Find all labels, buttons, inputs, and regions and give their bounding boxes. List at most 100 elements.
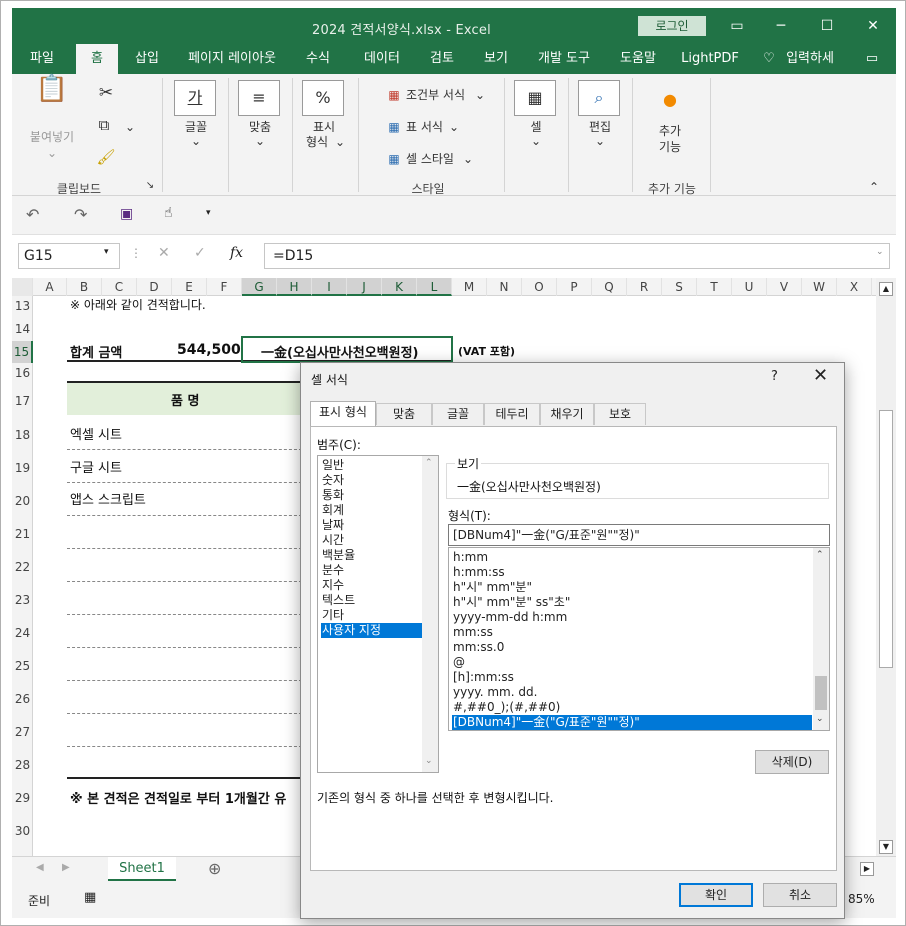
row-header-19[interactable]: 19 (12, 452, 33, 485)
copy-icon[interactable]: ⧉ (92, 118, 116, 133)
row-header-28[interactable]: 28 (12, 749, 33, 782)
expand-formula-icon[interactable]: ⌄ (876, 247, 884, 257)
alignment-button[interactable]: 맞춤 (238, 120, 282, 135)
delete-button[interactable]: 삭제(D) (755, 750, 829, 774)
next-sheet-icon[interactable]: ▶ (62, 862, 70, 873)
row-header-14[interactable]: 14 (12, 317, 33, 341)
tab-help[interactable]: 도움말 (612, 44, 664, 74)
table-format-button[interactable]: 표 서식 (406, 120, 454, 135)
row-header-24[interactable]: 24 (12, 617, 33, 650)
row-header-30[interactable]: 30 (12, 815, 33, 848)
cancel-icon[interactable]: ✕ (158, 245, 170, 261)
column-header-e[interactable]: E (172, 278, 207, 296)
align-chevron-icon[interactable]: ⌄ (254, 134, 266, 149)
column-header-m[interactable]: M (452, 278, 487, 296)
column-header-d[interactable]: D (137, 278, 172, 296)
column-header-r[interactable]: R (627, 278, 662, 296)
category-item[interactable]: 지수 (321, 578, 422, 593)
category-scroll-up-icon[interactable]: ⌃ (425, 458, 433, 468)
number-format-button-line2[interactable]: 형식 (298, 135, 336, 150)
scroll-thumb[interactable] (879, 410, 893, 668)
splitter-icon[interactable]: ⋮ (130, 246, 142, 260)
category-item[interactable]: 숫자 (321, 473, 422, 488)
format-scroll-thumb[interactable] (815, 676, 827, 710)
namebox-chevron-icon[interactable]: ▾ (104, 247, 109, 257)
table-format-icon[interactable]: ▦ (384, 120, 404, 135)
tab-protection[interactable]: 보호 (594, 403, 646, 425)
row-header-17[interactable]: 17 (12, 383, 33, 419)
format-scrollbar[interactable]: ⌃ ⌄ (813, 548, 829, 730)
tab-page-layout[interactable]: 페이지 레이아웃 (180, 44, 284, 74)
row-header-27[interactable]: 27 (12, 716, 33, 749)
tab-number[interactable]: 표시 형식 (310, 401, 376, 427)
format-painter-icon[interactable]: 🖌 (94, 150, 118, 165)
cell-style-icon[interactable]: ▦ (384, 152, 404, 167)
tab-formulas[interactable]: 수식 (296, 44, 340, 74)
close-button[interactable]: ✕ (858, 14, 888, 38)
ribbon-display-icon[interactable]: ▭ (722, 14, 752, 38)
cells-chevron-icon[interactable]: ⌄ (530, 134, 542, 149)
scroll-up-icon[interactable]: ▲ (879, 282, 893, 296)
cellstyle-chevron-icon[interactable]: ⌄ (462, 152, 474, 167)
cut-icon[interactable]: ✂ (94, 85, 118, 102)
category-item[interactable]: 분수 (321, 563, 422, 578)
column-header-n[interactable]: N (487, 278, 522, 296)
column-header-v[interactable]: V (767, 278, 802, 296)
column-header-j[interactable]: J (347, 278, 382, 296)
edit-button[interactable]: 편집 (578, 120, 622, 135)
column-header-q[interactable]: Q (592, 278, 627, 296)
category-scroll-down-icon[interactable]: ⌄ (425, 756, 433, 766)
category-list[interactable]: 일반 숫자 통화 회계 날짜 시간 백분율 분수 지수 텍스트 기타 사용자 지… (317, 455, 439, 773)
enter-icon[interactable]: ✓ (194, 245, 206, 261)
dialog-help-button[interactable]: ? (771, 369, 778, 384)
dialog-close-icon[interactable]: ✕ (813, 365, 828, 386)
addin-button-line1[interactable]: 추가 (648, 124, 692, 139)
row-header-15[interactable]: 15 (12, 341, 33, 363)
column-header-o[interactable]: O (522, 278, 557, 296)
copy-chevron-icon[interactable]: ⌄ (124, 120, 136, 135)
tab-alignment[interactable]: 맞춤 (376, 403, 432, 425)
format-item-selected[interactable]: [DBNum4]"一金("G/표준"원""정)" (452, 715, 812, 730)
category-item-selected[interactable]: 사용자 지정 (321, 623, 422, 638)
paste-icon[interactable]: 📋 (30, 76, 74, 122)
tab-insert[interactable]: 삽입 (126, 44, 168, 74)
column-header-f[interactable]: F (207, 278, 242, 296)
scroll-down-icon[interactable]: ▼ (879, 840, 893, 854)
format-type-input[interactable]: [DBNum4]"一金("G/표준"원""정)" (448, 524, 830, 546)
addin-button-line2[interactable]: 기능 (648, 140, 692, 155)
ok-button[interactable]: 확인 (679, 883, 753, 907)
customize-qat-icon[interactable]: ▾ (206, 208, 211, 218)
format-item[interactable]: h:mm:ss (452, 565, 812, 580)
add-sheet-icon[interactable]: ⊕ (208, 859, 221, 878)
column-header-l[interactable]: L (417, 278, 452, 296)
login-button[interactable]: 로그인 (638, 16, 706, 36)
row-header-29[interactable]: 29 (12, 782, 33, 815)
percent-icon[interactable]: % (302, 80, 344, 116)
tab-font[interactable]: 글꼴 (432, 403, 484, 425)
column-header-u[interactable]: U (732, 278, 767, 296)
format-scroll-down-icon[interactable]: ⌄ (816, 714, 824, 724)
font-icon[interactable]: 가 (174, 80, 216, 116)
category-scrollbar[interactable]: ⌃ ⌄ (422, 456, 438, 772)
comment-icon[interactable]: ▭ (858, 44, 886, 74)
touch-mode-icon[interactable]: ☝ (164, 205, 173, 221)
prev-sheet-icon[interactable]: ◀ (36, 862, 44, 873)
redo-icon[interactable]: ↷ (74, 205, 87, 224)
undo-icon[interactable]: ↶ (26, 205, 39, 224)
column-header-i[interactable]: I (312, 278, 347, 296)
category-item[interactable]: 기타 (321, 608, 422, 623)
tab-data[interactable]: 데이터 (356, 44, 408, 74)
tab-file[interactable]: 파일 (18, 44, 66, 74)
column-header-s[interactable]: S (662, 278, 697, 296)
format-item[interactable]: h"시" mm"분" ss"초" (452, 595, 812, 610)
format-item[interactable]: #,##0_);(#,##0) (452, 700, 812, 715)
column-header-b[interactable]: B (67, 278, 102, 296)
column-header-g[interactable]: G (242, 278, 277, 296)
row-header-16[interactable]: 16 (12, 363, 33, 383)
cells-button[interactable]: 셀 (514, 120, 558, 135)
row-header-20[interactable]: 20 (12, 485, 33, 518)
format-item[interactable]: mm:ss.0 (452, 640, 812, 655)
tab-border[interactable]: 테두리 (484, 403, 540, 425)
tab-home[interactable]: 홈 (76, 44, 118, 74)
font-chevron-icon[interactable]: ⌄ (190, 134, 202, 149)
